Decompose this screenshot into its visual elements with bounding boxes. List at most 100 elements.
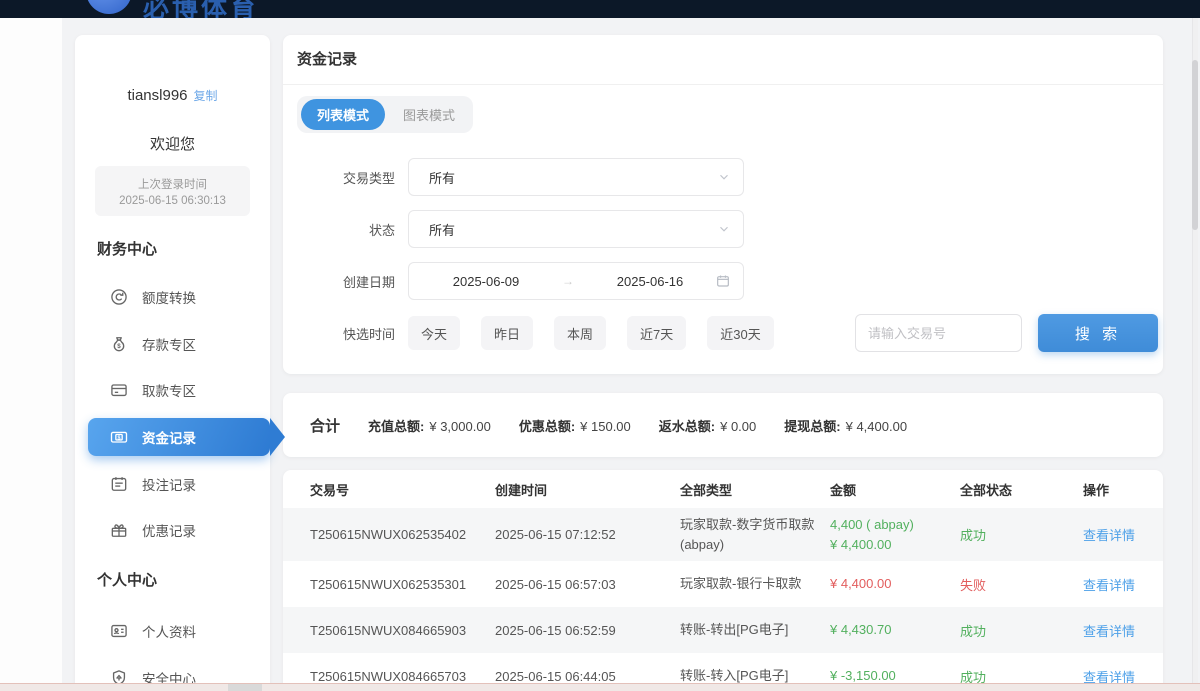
withdraw-card-icon	[109, 380, 129, 400]
exchange-icon	[109, 287, 129, 307]
cell-type: 玩家取款-数字货币取款 (abpay)	[680, 515, 830, 554]
filter-row-type: 交易类型 所有	[283, 158, 744, 196]
page-title: 资金记录	[297, 48, 357, 69]
type-select[interactable]: 所有	[408, 158, 744, 196]
col-header-created-time: 创建时间	[495, 480, 680, 499]
search-button[interactable]: 搜 索	[1038, 314, 1158, 352]
cell-type: 玩家取款-银行卡取款	[680, 574, 830, 594]
summary-promo-total: 优惠总额:¥ 150.00	[519, 416, 631, 435]
tab-list-mode[interactable]: 列表模式	[301, 99, 385, 130]
quick-btn-today[interactable]: 今天	[408, 316, 460, 350]
summary-deposit-total: 充值总额:¥ 3,000.00	[368, 416, 491, 435]
top-navbar: 必博体育	[0, 0, 1200, 18]
sidebar-item-bet-records[interactable]: 投注记录	[75, 465, 270, 503]
view-details-link[interactable]: 查看详情	[1083, 621, 1136, 640]
bottom-edge-strip	[0, 683, 1200, 691]
cell-created-time: 2025-06-15 06:52:59	[495, 623, 680, 638]
cell-transaction-id: T250615NWUX062535402	[310, 527, 495, 542]
date-to-value[interactable]: 2025-06-16	[585, 274, 715, 289]
cell-status: 成功	[960, 525, 1083, 544]
cell-status: 失败	[960, 575, 1083, 594]
col-header-transaction-id: 交易号	[310, 480, 495, 499]
summary-rebate-total: 返水总额:¥ 0.00	[659, 416, 757, 435]
col-header-type: 全部类型	[680, 480, 830, 499]
bets-calendar-icon	[109, 474, 129, 494]
table-row: T250615NWUX062535301 2025-06-15 06:57:03…	[283, 561, 1163, 607]
sidebar-item-deposit[interactable]: $ 存款专区	[75, 325, 270, 363]
last-login-label: 上次登录时间	[138, 176, 207, 192]
sidebar-item-label: 资金记录	[142, 427, 196, 447]
status-filter-label: 状态	[283, 220, 395, 239]
funds-banknote-icon: $	[109, 427, 129, 447]
status-select-value: 所有	[429, 220, 717, 239]
svg-text:$: $	[117, 343, 121, 350]
quick-btn-this-week[interactable]: 本周	[554, 316, 606, 350]
quick-btn-last-30-days[interactable]: 近30天	[707, 316, 773, 350]
sidebar-item-quota-transfer[interactable]: 额度转换	[75, 278, 270, 316]
sidebar-item-label: 额度转换	[142, 287, 196, 307]
date-range-picker[interactable]: 2025-06-09 → 2025-06-16	[408, 262, 744, 300]
promo-gift-icon	[109, 520, 129, 540]
date-range-arrow: →	[551, 274, 585, 288]
last-login-time: 2025-06-15 06:30:13	[119, 195, 226, 207]
sidebar-item-label: 优惠记录	[142, 520, 196, 540]
type-filter-label: 交易类型	[283, 168, 395, 187]
view-details-link[interactable]: 查看详情	[1083, 525, 1136, 544]
cell-amount: 4,400 ( abpay) ¥ 4,400.00	[830, 515, 960, 554]
cell-created-time: 2025-06-15 07:12:52	[495, 527, 680, 542]
chevron-down-icon	[717, 170, 731, 184]
quick-btn-last-7-days[interactable]: 近7天	[627, 316, 686, 350]
svg-text:$: $	[117, 435, 120, 441]
table-header-row: 交易号 创建时间 全部类型 金额 全部状态 操作	[283, 470, 1163, 508]
bottom-edge-block	[228, 684, 262, 691]
sidebar-item-fund-records[interactable]: $ 资金记录	[88, 418, 270, 456]
page-left-gutter	[0, 18, 62, 683]
quick-time-label: 快选时间	[283, 324, 395, 343]
table-row: T250615NWUX084665903 2025-06-15 06:52:59…	[283, 607, 1163, 653]
chevron-down-icon	[717, 222, 731, 236]
page-scrollbar-thumb[interactable]	[1192, 60, 1198, 230]
quick-btn-yesterday[interactable]: 昨日	[481, 316, 533, 350]
filter-row-status: 状态 所有	[283, 210, 744, 248]
col-header-amount: 金额	[830, 480, 960, 499]
cell-transaction-id: T250615NWUX084665903	[310, 623, 495, 638]
sidebar-item-promo-records[interactable]: 优惠记录	[75, 511, 270, 549]
sidebar-item-profile[interactable]: 个人资料	[75, 612, 270, 650]
last-login-box: 上次登录时间 2025-06-15 06:30:13	[95, 166, 250, 216]
cell-transaction-id: T250615NWUX084665703	[310, 669, 495, 684]
personal-section-heading: 个人中心	[97, 569, 157, 590]
calendar-icon	[715, 273, 731, 289]
cell-transaction-id: T250615NWUX062535301	[310, 577, 495, 592]
sidebar-item-label: 取款专区	[142, 380, 196, 400]
copy-username-button[interactable]: 复制	[194, 89, 218, 103]
view-mode-tabs: 列表模式 图表模式	[297, 96, 473, 133]
finance-section-heading: 财务中心	[97, 238, 157, 259]
title-divider	[283, 84, 1163, 85]
tab-chart-mode[interactable]: 图表模式	[385, 99, 473, 130]
col-header-action: 操作	[1083, 480, 1136, 499]
table-row: T250615NWUX062535402 2025-06-15 07:12:52…	[283, 508, 1163, 561]
brand-logo-icon	[86, 0, 132, 14]
brand-title: 必博体育	[143, 0, 259, 18]
sidebar-item-label: 个人资料	[142, 621, 196, 641]
deposit-moneybag-icon: $	[109, 334, 129, 354]
sidebar-item-label: 投注记录	[142, 474, 196, 494]
welcome-text: 欢迎您	[75, 133, 270, 154]
summary-total-label: 合计	[310, 415, 340, 436]
sidebar: tiansl996复制 欢迎您 等级VIP0 上次登录时间 2025-06-15…	[75, 35, 270, 691]
filter-row-date: 创建日期 2025-06-09 → 2025-06-16	[283, 262, 744, 300]
cell-created-time: 2025-06-15 06:44:05	[495, 669, 680, 684]
summary-bar: 合计 充值总额:¥ 3,000.00 优惠总额:¥ 150.00 返水总额:¥ …	[283, 393, 1163, 457]
filter-panel: 资金记录 列表模式 图表模式 交易类型 所有 状态 所有 创建日期 2025-0…	[283, 35, 1163, 374]
cell-created-time: 2025-06-15 06:57:03	[495, 577, 680, 592]
sidebar-item-withdraw[interactable]: 取款专区	[75, 371, 270, 409]
date-filter-label: 创建日期	[283, 272, 395, 291]
summary-withdraw-total: 提现总额:¥ 4,400.00	[784, 416, 907, 435]
view-details-link[interactable]: 查看详情	[1083, 575, 1136, 594]
date-from-value[interactable]: 2025-06-09	[421, 274, 551, 289]
transaction-search-input[interactable]	[855, 314, 1022, 352]
filter-row-quick: 快选时间 今天 昨日 本周 近7天 近30天	[283, 316, 774, 350]
cell-status: 成功	[960, 621, 1083, 640]
col-header-status: 全部状态	[960, 480, 1083, 499]
status-select[interactable]: 所有	[408, 210, 744, 248]
